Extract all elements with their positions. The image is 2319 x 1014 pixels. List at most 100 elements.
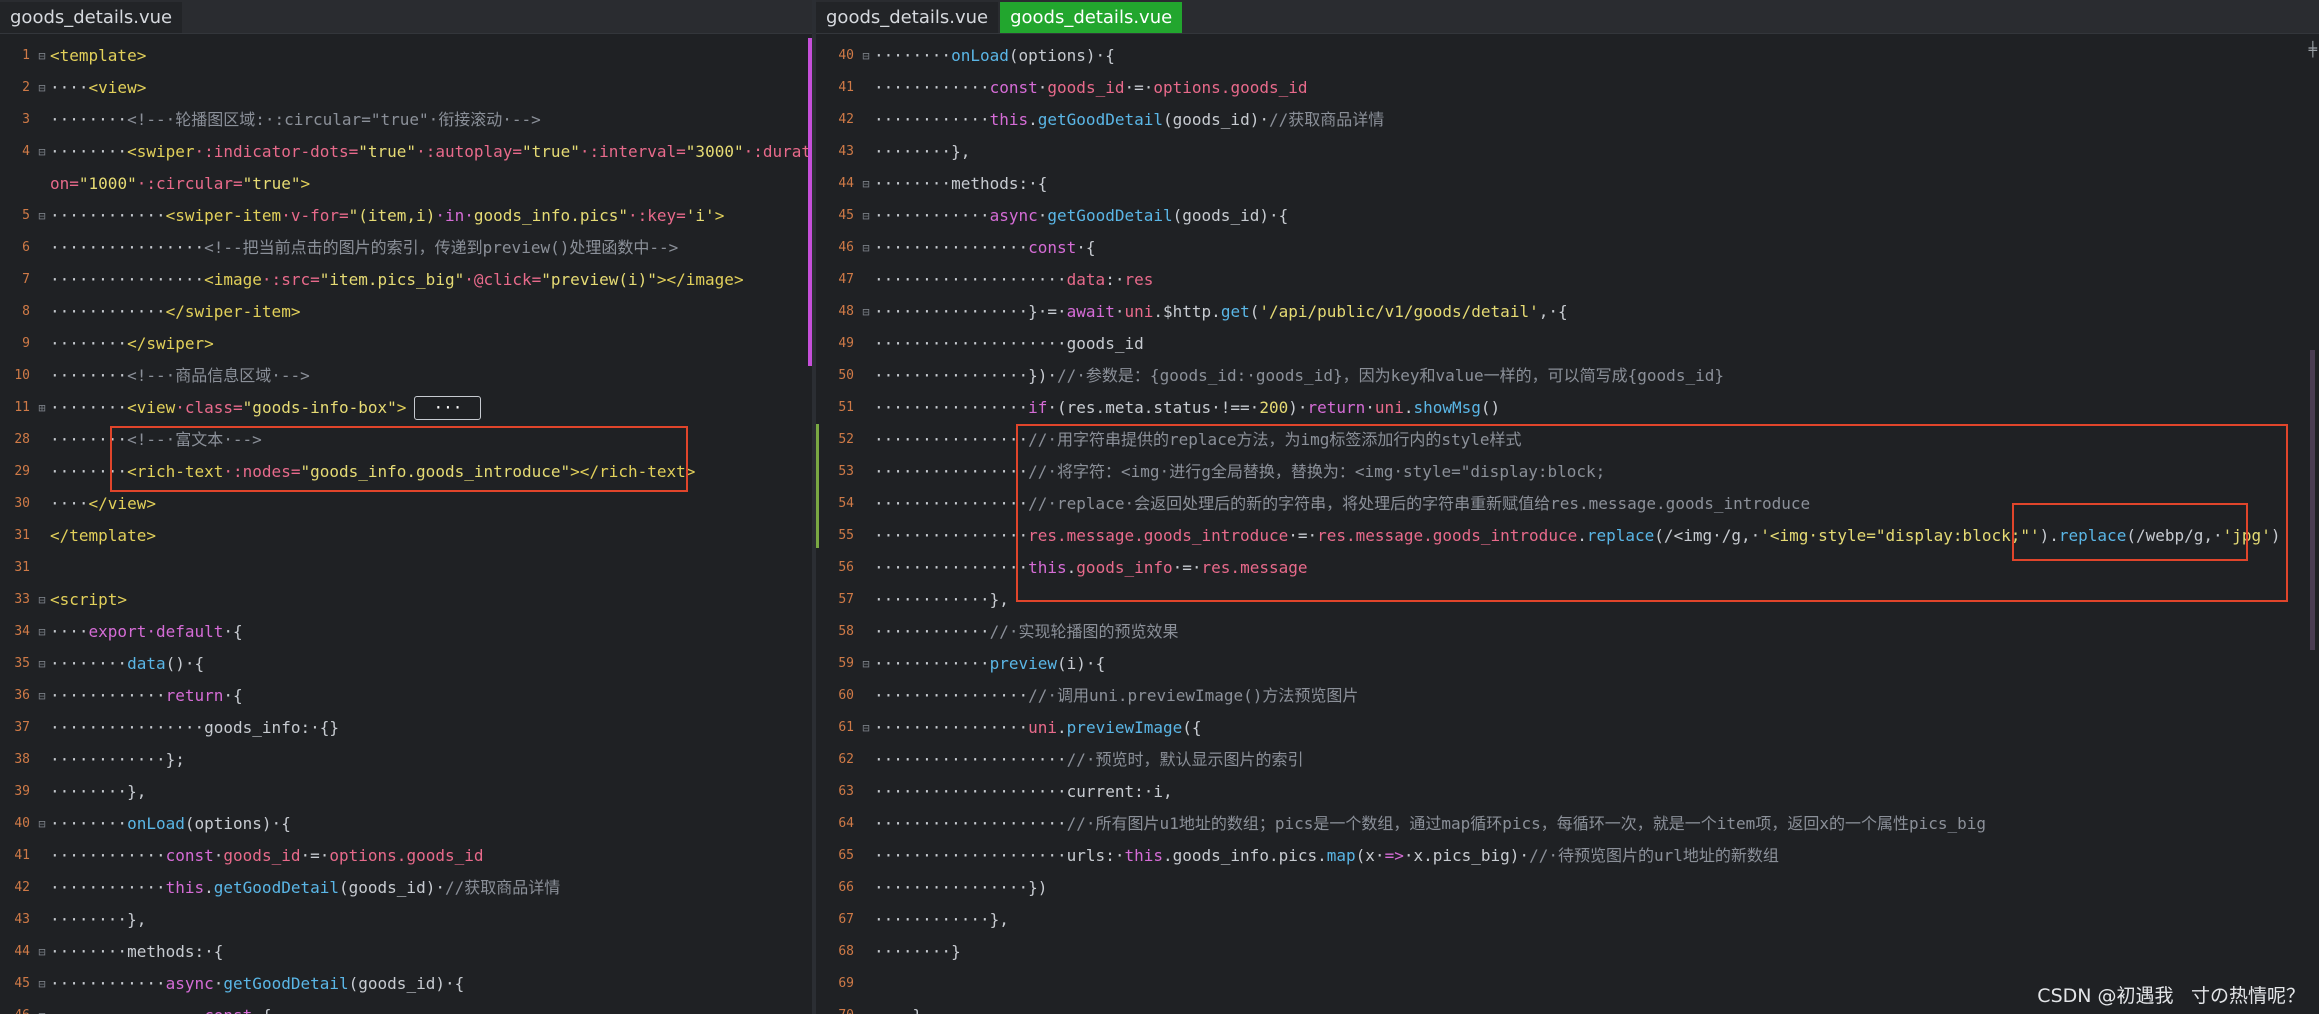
code-line[interactable]: 65 ····················urls:·this.goods_i… bbox=[816, 840, 2319, 872]
code-line[interactable]: 38 ············}; bbox=[0, 744, 812, 776]
code-line[interactable]: 59 ⊟ ············preview(i)·{ bbox=[816, 648, 2319, 680]
code-line[interactable]: 42 ············this.getGoodDetail(goods_i… bbox=[816, 104, 2319, 136]
code-line[interactable]: 31 bbox=[0, 552, 812, 584]
fold-toggle-icon[interactable]: ⊟ bbox=[36, 584, 48, 616]
code-token: ·{ bbox=[252, 1006, 271, 1014]
fold-toggle-icon[interactable]: ⊟ bbox=[36, 968, 48, 1000]
code-line[interactable]: 50 ················})·//·参数是：{goods_id:·g… bbox=[816, 360, 2319, 392]
code-line[interactable]: 67 ············}, bbox=[816, 904, 2319, 936]
code-token: ················goods_info:·{} bbox=[50, 718, 339, 737]
fold-toggle-icon[interactable]: ⊟ bbox=[36, 72, 48, 104]
code-line[interactable]: 40 ⊟ ········onLoad(options)·{ bbox=[0, 808, 812, 840]
fold-toggle-icon[interactable]: ⊟ bbox=[36, 40, 48, 72]
fold-toggle-icon[interactable]: ⊟ bbox=[36, 680, 48, 712]
code-line[interactable]: 46 ⊟················const·{ bbox=[816, 232, 2319, 264]
code-token: ···················· bbox=[874, 814, 1067, 833]
code-line[interactable]: 34 ⊟ ····export·default·{ bbox=[0, 616, 812, 648]
code-token: · bbox=[213, 846, 224, 865]
code-line[interactable]: 31 </template> bbox=[0, 520, 812, 552]
code-line[interactable]: 37 ················goods_info:·{} bbox=[0, 712, 812, 744]
code-line[interactable]: 64 ····················//·所有图片u1地址的数组；pic… bbox=[816, 808, 2319, 840]
fold-toggle-icon[interactable]: ⊟ bbox=[36, 936, 48, 968]
code-line[interactable]: 33 ⊟ <script> bbox=[0, 584, 812, 616]
folded-code-button[interactable]: ··· bbox=[414, 396, 482, 420]
fold-toggle-icon[interactable]: ⊟ bbox=[860, 168, 872, 200]
fold-toggle-icon[interactable]: ⊟ bbox=[36, 616, 48, 648]
tab-goods-details-right[interactable]: goods_details.vue bbox=[816, 2, 999, 33]
scrollbar-thumb[interactable] bbox=[2310, 350, 2315, 650]
code-line[interactable]: 60 ················//·调用uni.previewImage(… bbox=[816, 680, 2319, 712]
code-line[interactable]: 42 ············this.getGoodDetail(goods_i… bbox=[0, 872, 812, 904]
code-line[interactable]: 44 ⊟ ········methods:·{ bbox=[0, 936, 812, 968]
code-text: ········<!--·轮播图区域:·:circular="true"·衔接滚… bbox=[50, 104, 541, 136]
code-line[interactable]: 4 ⊟ ········<swiper·:indicator-dots="true"… bbox=[0, 136, 812, 168]
line-number: 46 bbox=[0, 1000, 30, 1014]
code-line[interactable]: 36 ⊟ ············return·{ bbox=[0, 680, 812, 712]
code-line[interactable]: 43 ········}, bbox=[816, 136, 2319, 168]
fold-toggle-icon[interactable]: ⊟ bbox=[860, 232, 872, 264]
code-line[interactable]: 48 ⊟ ················}·=·await·uni.$http.g… bbox=[816, 296, 2319, 328]
fold-toggle-icon[interactable]: ⊟ bbox=[36, 136, 48, 168]
code-line[interactable]: 46 ⊟················const·{ bbox=[0, 1000, 812, 1014]
fold-toggle-icon[interactable]: ⊟ bbox=[36, 1000, 48, 1014]
code-token: "true" bbox=[358, 142, 417, 161]
code-line[interactable]: 35 ⊟ ········data()·{ bbox=[0, 648, 812, 680]
fold-toggle-icon[interactable]: ⊟ bbox=[860, 40, 872, 72]
code-token: on= bbox=[50, 174, 79, 193]
line-number: 68 bbox=[838, 944, 854, 959]
code-line[interactable]: on="1000"·:circular="true"> bbox=[0, 168, 812, 200]
fold-toggle-icon[interactable]: ⊟ bbox=[860, 648, 872, 680]
fold-toggle-icon[interactable]: ⊞ bbox=[36, 392, 48, 424]
fold-toggle-icon[interactable]: ⊟ bbox=[36, 200, 48, 232]
code-token: ·@click= bbox=[464, 270, 542, 289]
code-line[interactable]: 11 ⊞ ········<view·class="goods-info-box">… bbox=[0, 392, 812, 424]
code-line[interactable]: 45 ⊟ ············async·getGoodDetail(goods… bbox=[816, 200, 2319, 232]
code-line[interactable]: 61 ⊟ ················uni.previewImage({ bbox=[816, 712, 2319, 744]
code-text: ····················//·预览时，默认显示图片的索引 bbox=[874, 744, 1304, 776]
fold-toggle-icon[interactable]: ⊟ bbox=[860, 296, 872, 328]
code-line[interactable]: 62 ····················//·预览时，默认显示图片的索引 bbox=[816, 744, 2319, 776]
code-line[interactable]: 10 ········<!--·商品信息区域·--> bbox=[0, 360, 812, 392]
code-token: . bbox=[1028, 110, 1038, 129]
line-number: 39 bbox=[14, 784, 30, 799]
fold-toggle-icon[interactable]: ⊟ bbox=[860, 200, 872, 232]
code-line[interactable]: 58 ············//·实现轮播图的预览效果 bbox=[816, 616, 2319, 648]
code-line[interactable]: 5 ⊟ ············<swiper-item·v-for="(item,… bbox=[0, 200, 812, 232]
code-line[interactable]: 1 ⊟ <template> bbox=[0, 40, 812, 72]
code-token: "(item,i) bbox=[348, 206, 436, 225]
code-line[interactable]: 2 ⊟ ····<view> bbox=[0, 72, 812, 104]
code-line[interactable]: 9 ········</swiper> bbox=[0, 328, 812, 360]
code-line[interactable]: 43 ········}, bbox=[0, 904, 812, 936]
fold-toggle-icon[interactable]: ⊟ bbox=[860, 712, 872, 744]
code-token: <image bbox=[204, 270, 262, 289]
line-number: 42 bbox=[838, 112, 854, 127]
code-line[interactable]: 6 ················<!--把当前点击的图片的索引，传递到prev… bbox=[0, 232, 812, 264]
code-text: ········methods:·{ bbox=[50, 936, 223, 968]
code-line[interactable]: 41 ············const·goods_id·=·options.g… bbox=[816, 72, 2319, 104]
fold-toggle-icon[interactable]: ⊟ bbox=[36, 648, 48, 680]
minimap-toggle-icon[interactable]: ╪ bbox=[2309, 42, 2317, 58]
fold-toggle-icon[interactable]: ⊟ bbox=[36, 808, 48, 840]
code-line[interactable]: 40 ⊟ ········onLoad(options)·{ bbox=[816, 40, 2319, 72]
code-text: <script> bbox=[50, 584, 127, 616]
code-line[interactable]: 51 ················if·(res.meta.status·!=… bbox=[816, 392, 2319, 424]
tab-goods-details-active[interactable]: goods_details.vue bbox=[1000, 2, 1183, 33]
code-line[interactable]: 39 ········}, bbox=[0, 776, 812, 808]
code-line[interactable]: 41 ············const·goods_id·=·options.g… bbox=[0, 840, 812, 872]
code-line[interactable]: 8 ············</swiper-item> bbox=[0, 296, 812, 328]
code-token: data bbox=[127, 654, 166, 673]
code-line[interactable]: 44 ⊟ ········methods:·{ bbox=[816, 168, 2319, 200]
code-line[interactable]: 66 ················}) bbox=[816, 872, 2319, 904]
tab-goods-details-left[interactable]: goods_details.vue bbox=[0, 2, 183, 33]
code-line[interactable]: 7 ················<image·:src="item.pics_… bbox=[0, 264, 812, 296]
code-line[interactable]: 45 ⊟ ············async·getGoodDetail(goods… bbox=[0, 968, 812, 1000]
left-code-editor[interactable]: 1 ⊟ <template> 2 ⊟ ····<view> 3 ········<!--·轮播… bbox=[0, 34, 812, 1014]
code-line[interactable]: 3 ········<!--·轮播图区域:·:circular="true"·衔接… bbox=[0, 104, 812, 136]
code-token: ········ bbox=[50, 366, 128, 385]
code-line[interactable]: 47 ····················data:·res bbox=[816, 264, 2319, 296]
code-line[interactable]: 68 ········} bbox=[816, 936, 2319, 968]
code-token: ············ bbox=[50, 302, 166, 321]
code-line[interactable]: 63 ····················current:·i, bbox=[816, 776, 2319, 808]
code-line[interactable]: 30 ····</view> bbox=[0, 488, 812, 520]
code-line[interactable]: 49 ····················goods_id bbox=[816, 328, 2319, 360]
